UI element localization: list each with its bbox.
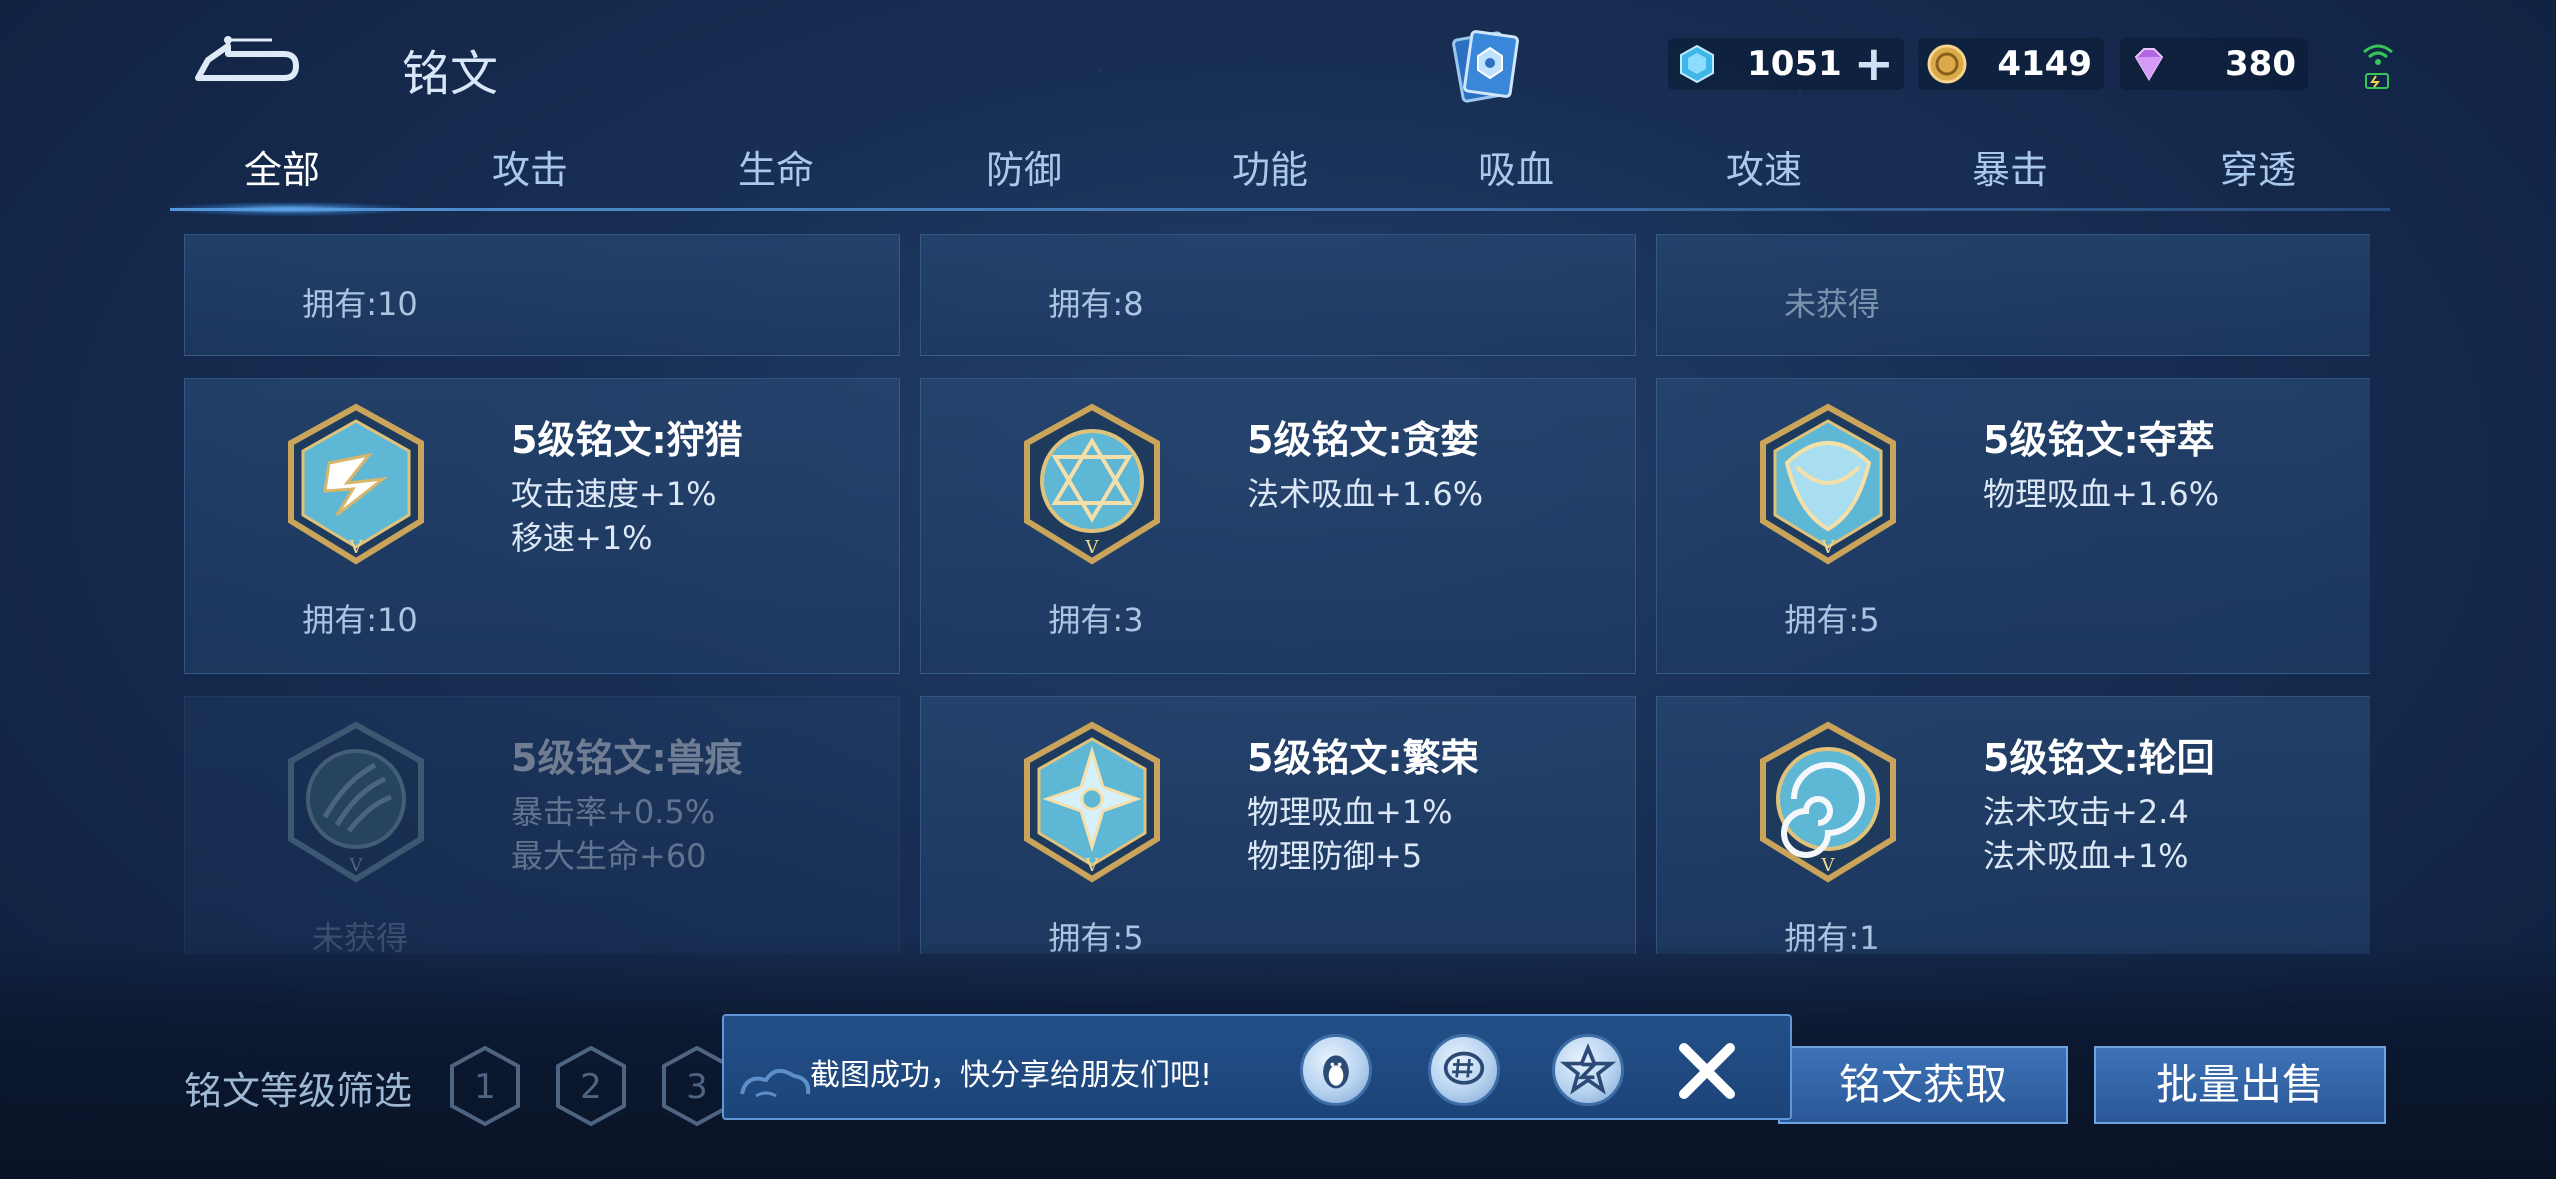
- inscription-card[interactable]: V 5级铭文:轮回 法术攻击+2.4 法术吸血+1% 拥有:1: [1656, 696, 2370, 954]
- penguin-icon: [1323, 1055, 1349, 1089]
- claw-emblem-icon: V: [288, 721, 424, 883]
- inscription-book-icon[interactable]: [1450, 26, 1526, 108]
- tab-penetration[interactable]: 穿透: [2168, 140, 2348, 200]
- batch-sell-button[interactable]: 批量出售: [2094, 1046, 2386, 1124]
- tab-attack[interactable]: 攻击: [440, 140, 620, 200]
- knot-emblem-icon: V: [1760, 403, 1896, 565]
- inscription-card[interactable]: V 5级铭文:狩猎 攻击速度+1% 移速+1% 拥有:10: [184, 378, 900, 674]
- inscription-grid: 拥有:10 拥有:8 未获得 V 5级铭文:狩猎 攻击速度+1% 移速+1% 拥…: [184, 234, 2370, 954]
- inscription-card[interactable]: 未获得: [1656, 234, 2370, 356]
- back-button[interactable]: [188, 30, 308, 90]
- crown-emblem-icon: V: [1024, 721, 1160, 883]
- toast-message: 截图成功，快分享给朋友们吧!: [810, 1058, 1213, 1093]
- share-qzone-button[interactable]: [1552, 1034, 1624, 1106]
- swirl-emblem-icon: V: [1760, 721, 1896, 883]
- svg-text:V: V: [1821, 537, 1836, 558]
- inscription-card[interactable]: 拥有:10: [184, 234, 900, 356]
- share-qq-button[interactable]: [1300, 1034, 1372, 1106]
- hashtag-bubble-icon: [1443, 1051, 1485, 1085]
- star-z-icon: [1559, 1043, 1617, 1095]
- lightning-emblem-icon: V: [288, 403, 424, 565]
- level-filter-1[interactable]: 1: [446, 1044, 524, 1128]
- inscription-card[interactable]: V 5级铭文:夺萃 物理吸血+1.6% 拥有:5: [1656, 378, 2370, 674]
- screenshot-share-toast: 截图成功，快分享给朋友们吧!: [722, 1014, 1792, 1120]
- svg-text:3: 3: [686, 1067, 708, 1107]
- inscription-card[interactable]: V 5级铭文:贪婪 法术吸血+1.6% 拥有:3: [920, 378, 1636, 674]
- coupon-icon: [1680, 44, 1714, 84]
- gold-coin-icon: [1927, 44, 1967, 84]
- share-friends-button[interactable]: [1428, 1034, 1500, 1106]
- triangle-circle-emblem-icon: V: [1024, 403, 1160, 565]
- close-icon: [1679, 1043, 1735, 1099]
- inscription-card[interactable]: 拥有:8: [920, 234, 1636, 356]
- page-title: 铭文: [402, 46, 499, 102]
- inscription-card[interactable]: V 5级铭文:兽痕 暴击率+0.5% 最大生命+60 未获得: [184, 696, 900, 954]
- tab-attack-speed[interactable]: 攻速: [1674, 140, 1854, 200]
- add-coupon-button[interactable]: +: [1854, 40, 1894, 88]
- currency-gem: 380: [2120, 38, 2308, 90]
- svg-text:V: V: [1085, 537, 1100, 558]
- level-filter-2[interactable]: 2: [552, 1044, 630, 1128]
- svg-text:V: V: [349, 855, 364, 876]
- tab-all[interactable]: 全部: [192, 140, 372, 200]
- level-filter-label: 铭文等级筛选: [184, 1069, 413, 1113]
- svg-text:V: V: [1085, 855, 1100, 876]
- gem-icon: [2134, 48, 2164, 81]
- wifi-battery-icon: [2358, 38, 2398, 98]
- currency-coupon[interactable]: 1051 +: [1668, 38, 1904, 90]
- close-toast-button[interactable]: [1672, 1036, 1742, 1106]
- cloud-decoration-icon: [740, 1068, 811, 1098]
- svg-text:1: 1: [474, 1067, 496, 1107]
- category-tabs: 全部 攻击 生命 防御 功能 吸血 攻速 暴击 穿透: [170, 140, 2390, 216]
- tab-utility[interactable]: 功能: [1180, 140, 1360, 200]
- currency-gold: 4149: [1918, 38, 2104, 90]
- tab-crit[interactable]: 暴击: [1920, 140, 2100, 200]
- tab-health[interactable]: 生命: [686, 140, 866, 200]
- tab-lifesteal[interactable]: 吸血: [1426, 140, 1606, 200]
- tab-divider: [170, 208, 2390, 211]
- acquire-inscription-button[interactable]: 铭文获取: [1778, 1046, 2068, 1124]
- svg-text:2: 2: [580, 1067, 602, 1107]
- svg-text:V: V: [349, 537, 364, 558]
- svg-text:V: V: [1821, 855, 1836, 876]
- tab-defense[interactable]: 防御: [934, 140, 1114, 200]
- inscription-card[interactable]: V 5级铭文:繁荣 物理吸血+1% 物理防御+5 拥有:5: [920, 696, 1636, 954]
